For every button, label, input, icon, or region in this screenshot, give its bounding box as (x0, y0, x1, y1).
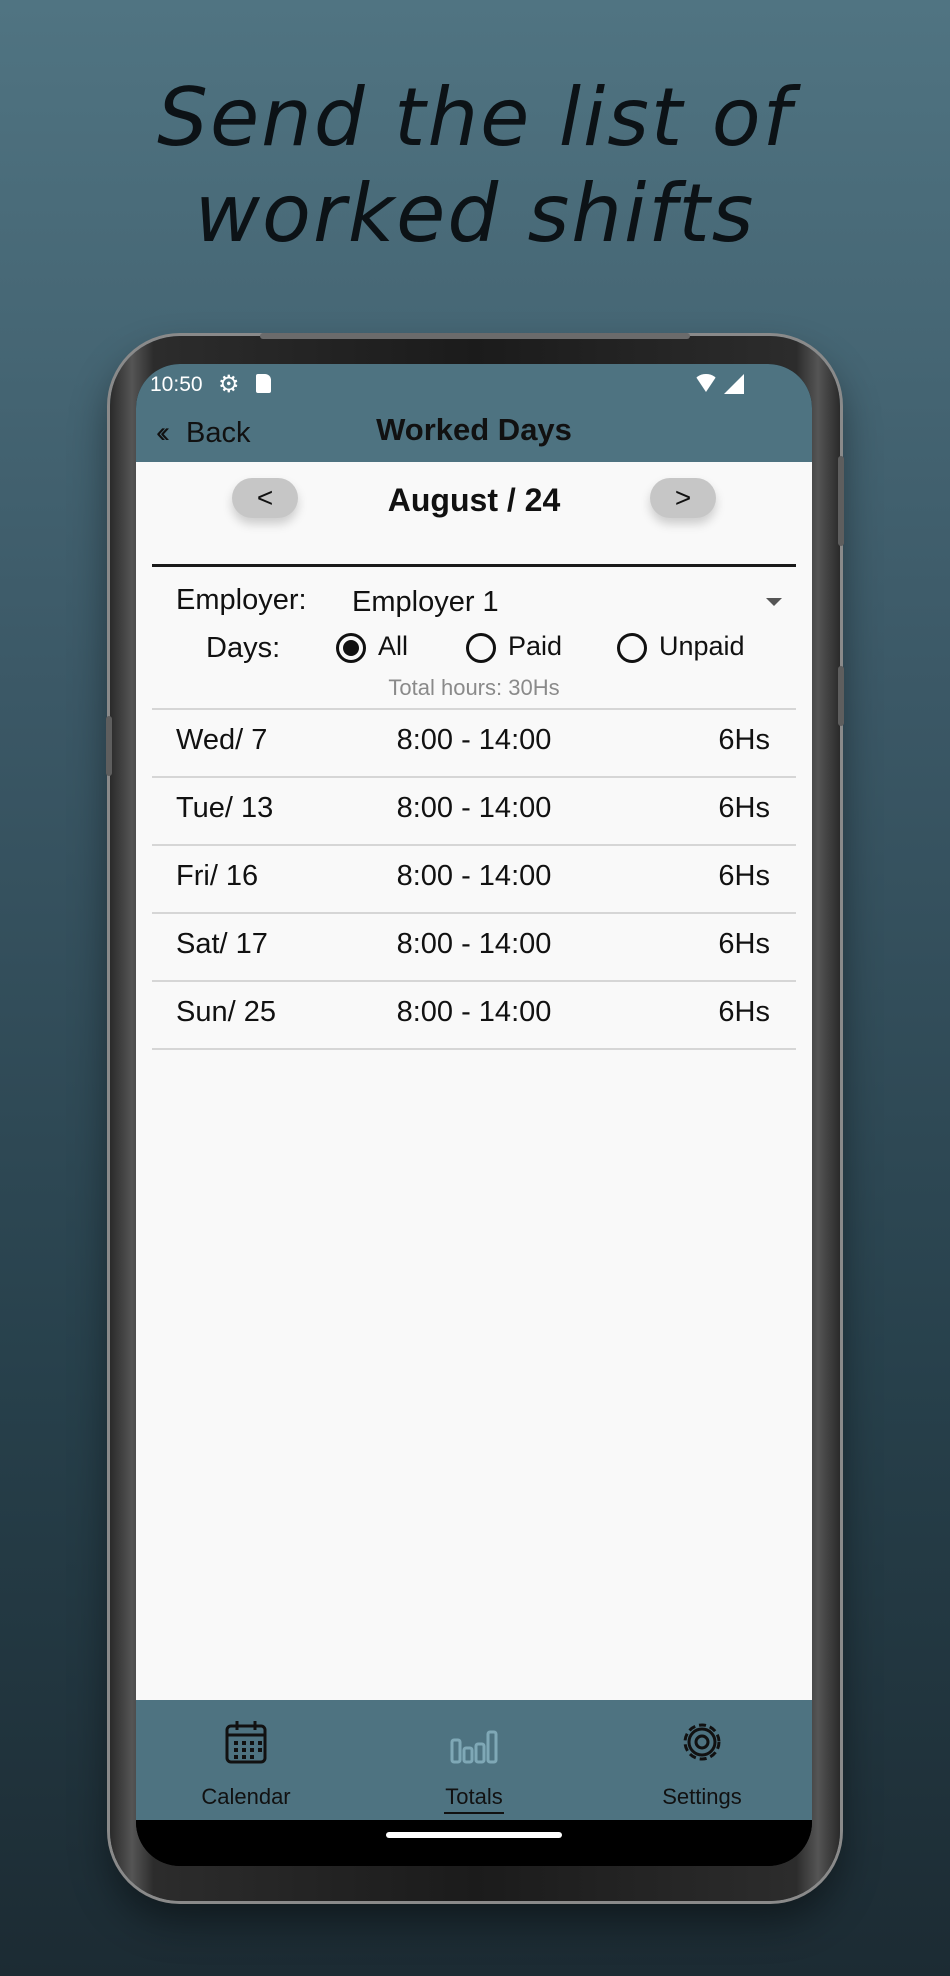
volume-button (838, 456, 844, 546)
bottom-navigation: Calendar Totals Settings (136, 1700, 812, 1820)
shift-row[interactable]: Sat/ 17 8:00 - 14:00 6Hs (152, 914, 796, 980)
gear-icon: ⚙ (218, 371, 240, 398)
status-bar: 10:50 ⚙ (136, 364, 812, 406)
radio-unpaid-label: Unpaid (659, 631, 745, 661)
radio-paid-label: Paid (508, 631, 563, 661)
signal-icon (724, 374, 744, 394)
nav-calendar-label: Calendar (201, 1784, 291, 1809)
app-bar: ‹‹ Back Worked Days (136, 406, 812, 462)
main-content: < August / 24 > Employer: Employer 1 Day… (136, 462, 812, 1700)
employer-dropdown[interactable]: Employer 1 (352, 584, 782, 624)
chevron-right-icon: > (674, 482, 692, 513)
shift-hours: 6Hs (718, 928, 770, 960)
nav-settings-label: Settings (662, 1784, 742, 1809)
phone-frame: 10:50 ⚙ ‹‹ Back Worked Days < August / 2… (106, 333, 844, 1901)
radio-checked-icon (336, 633, 366, 663)
gesture-area (136, 1820, 812, 1866)
employer-value: Employer 1 (352, 586, 499, 618)
shift-row[interactable]: Wed/ 7 8:00 - 14:00 6Hs (152, 710, 796, 776)
back-label: Back (186, 417, 251, 449)
caret-down-icon (766, 598, 782, 606)
divider (152, 564, 796, 567)
headline-line-1: Send the list of (157, 71, 793, 164)
shift-time: 8:00 - 14:00 (396, 928, 552, 960)
nav-calendar[interactable]: Calendar (166, 1718, 326, 1810)
radio-unchecked-icon (617, 633, 647, 663)
phone-screen: 10:50 ⚙ ‹‹ Back Worked Days < August / 2… (136, 364, 812, 1866)
wifi-icon (694, 374, 718, 392)
status-time: 10:50 (150, 373, 203, 396)
shift-row[interactable]: Tue/ 13 8:00 - 14:00 6Hs (152, 778, 796, 844)
radio-all-label: All (378, 631, 409, 661)
nav-settings[interactable]: Settings (622, 1718, 782, 1810)
gear-icon (683, 1723, 721, 1761)
double-chevron-left-icon: ‹‹ (156, 416, 170, 449)
shift-row[interactable]: Fri/ 16 8:00 - 14:00 6Hs (152, 846, 796, 912)
days-label: Days: (206, 632, 281, 664)
sd-card-icon (256, 374, 271, 393)
shift-row[interactable]: Sun/ 25 8:00 - 14:00 6Hs (152, 982, 796, 1048)
divider (152, 1048, 796, 1050)
bar-chart-icon (450, 1730, 498, 1764)
power-button (838, 666, 844, 726)
employer-label: Employer: (176, 584, 307, 616)
shift-time: 8:00 - 14:00 (396, 996, 552, 1028)
shift-time: 8:00 - 14:00 (396, 860, 552, 892)
home-gesture-bar[interactable] (386, 1832, 562, 1838)
shift-hours: 6Hs (718, 996, 770, 1028)
active-indicator (444, 1812, 504, 1814)
radio-unchecked-icon (466, 633, 496, 663)
shift-hours: 6Hs (718, 792, 770, 824)
nav-totals-label: Totals (445, 1784, 503, 1809)
nav-totals[interactable]: Totals (394, 1718, 554, 1814)
shift-hours: 6Hs (718, 724, 770, 756)
total-hours: Total hours: 30Hs (388, 675, 560, 700)
next-month-button[interactable]: > (650, 478, 716, 518)
headline-line-2: worked shifts (194, 167, 756, 260)
shift-time: 8:00 - 14:00 (396, 724, 552, 756)
shift-hours: 6Hs (718, 860, 770, 892)
month-navigator: < August / 24 > (136, 462, 812, 562)
back-button[interactable]: ‹‹ Back (156, 416, 251, 450)
shift-time: 8:00 - 14:00 (396, 792, 552, 824)
calendar-icon (225, 1721, 267, 1764)
headline: Send the list of worked shifts (0, 70, 950, 262)
side-button (106, 716, 112, 776)
